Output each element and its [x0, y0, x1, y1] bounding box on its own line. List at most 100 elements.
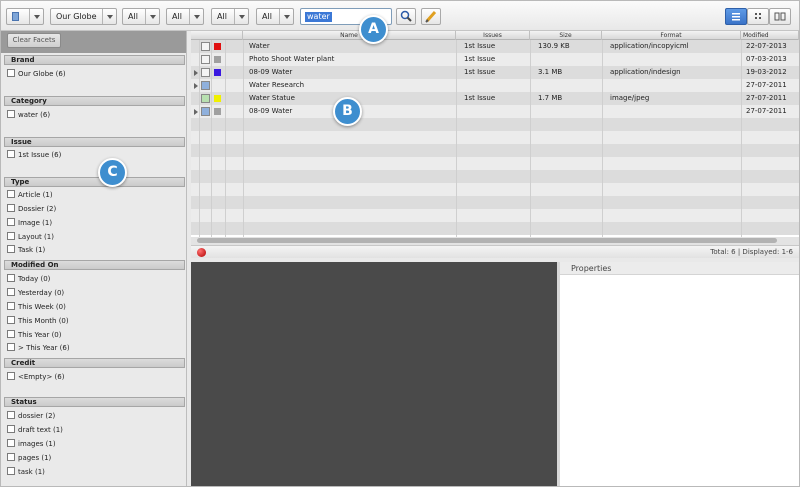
checkbox[interactable] — [7, 316, 15, 324]
checkbox[interactable] — [7, 288, 15, 296]
facet-item[interactable]: <Empty> (6) — [7, 372, 64, 382]
table-row[interactable]: Water Research 27-07-2011 — [191, 79, 799, 92]
search-button[interactable] — [396, 8, 416, 25]
clear-facets-button[interactable]: Clear Facets — [7, 33, 61, 48]
empty-row — [191, 209, 799, 222]
checkbox[interactable] — [7, 453, 15, 461]
filter-dropdown-2[interactable]: All — [166, 8, 204, 25]
facet-item[interactable]: Yesterday (0) — [7, 288, 64, 298]
facet-item[interactable]: dossier (2) — [7, 411, 55, 421]
checkbox[interactable] — [7, 330, 15, 338]
table-row[interactable]: Water 1st Issue 130.9 KB application/inc… — [191, 40, 799, 53]
table-row[interactable]: 08-09 Water 1st Issue 3.1 MB application… — [191, 66, 799, 79]
facet-item[interactable]: Today (0) — [7, 274, 50, 284]
checkbox[interactable] — [7, 218, 15, 226]
checkbox[interactable] — [7, 411, 15, 419]
facet-group-brand[interactable]: Brand — [4, 55, 185, 65]
expand-icon[interactable] — [194, 70, 198, 76]
facet-item-label: <Empty> (6) — [18, 373, 65, 381]
column-header-size[interactable]: Size — [530, 31, 602, 40]
brand-dropdown[interactable]: Our Globe — [50, 8, 117, 25]
callout-a: A — [359, 15, 388, 44]
column-header-modified[interactable]: Modified — [741, 31, 799, 40]
thumbnail-view-button[interactable] — [747, 8, 769, 25]
facet-item[interactable]: This Month (0) — [7, 316, 69, 326]
checkbox[interactable] — [7, 110, 15, 118]
expand-icon[interactable] — [194, 83, 198, 89]
checkbox[interactable] — [7, 439, 15, 447]
chevron-down-icon[interactable] — [234, 9, 248, 24]
cell-name: 08-09 Water — [249, 68, 293, 76]
facet-item[interactable]: draft text (1) — [7, 425, 63, 435]
preview-pane — [191, 262, 557, 486]
facet-group-type[interactable]: Type — [4, 177, 185, 187]
facet-group-status[interactable]: Status — [4, 397, 185, 407]
facet-group-issue[interactable]: Issue — [4, 137, 185, 147]
column-header-issues[interactable]: Issues — [456, 31, 530, 40]
facet-item-label: Our Globe (6) — [18, 70, 66, 78]
checkbox[interactable] — [7, 245, 15, 253]
column-divider — [199, 40, 200, 243]
horizontal-scrollbar[interactable] — [191, 237, 799, 245]
facet-group-modified-on[interactable]: Modified On — [4, 260, 185, 270]
filter-dropdown-4[interactable]: All — [256, 8, 294, 25]
facet-item[interactable]: Image (1) — [7, 218, 52, 228]
split-view-button[interactable] — [769, 8, 791, 25]
table-row[interactable]: Water Statue 1st Issue 1.7 MB image/jpeg… — [191, 92, 799, 105]
facet-item[interactable]: Dossier (2) — [7, 204, 56, 214]
filter-dropdown-3[interactable]: All — [211, 8, 249, 25]
checkbox[interactable] — [7, 425, 15, 433]
facet-item-label: dossier (2) — [18, 412, 56, 420]
filter-dropdown-label: All — [172, 12, 182, 21]
chevron-down-icon[interactable] — [279, 9, 293, 24]
checkbox[interactable] — [7, 467, 15, 475]
checkbox[interactable] — [7, 274, 15, 282]
facet-item[interactable]: This Year (0) — [7, 330, 62, 340]
facet-group-credit[interactable]: Credit — [4, 358, 185, 368]
checkbox[interactable] — [7, 232, 15, 240]
chevron-down-icon[interactable] — [189, 9, 203, 24]
scrollbar-thumb[interactable] — [197, 238, 777, 243]
facet-item[interactable]: Layout (1) — [7, 232, 54, 242]
chevron-down-icon[interactable] — [29, 9, 43, 24]
facet-item[interactable]: task (1) — [7, 467, 45, 477]
checkbox[interactable] — [7, 372, 15, 380]
filter-dropdown-1[interactable]: All — [122, 8, 160, 25]
facet-item[interactable]: Our Globe (6) — [7, 69, 66, 79]
checkbox[interactable] — [7, 302, 15, 310]
checkbox[interactable] — [7, 190, 15, 198]
column-divider — [530, 40, 531, 243]
facet-item[interactable]: Task (1) — [7, 245, 45, 255]
facet-group-category[interactable]: Category — [4, 96, 185, 106]
color-label — [214, 43, 221, 50]
column-header-name[interactable]: Name — [243, 31, 456, 40]
cell-format — [608, 79, 741, 92]
table-row[interactable]: 08-09 Water 27-07-2011 — [191, 105, 799, 118]
expand-icon[interactable] — [194, 109, 198, 115]
callout-b: B — [333, 97, 362, 126]
facet-item-label: Dossier (2) — [18, 205, 57, 213]
list-view-button[interactable] — [725, 8, 747, 25]
column-header-format[interactable]: Format — [602, 31, 741, 40]
column-divider — [225, 40, 226, 243]
checkbox[interactable] — [7, 150, 15, 158]
facet-item[interactable]: Article (1) — [7, 190, 53, 200]
chevron-down-icon[interactable] — [145, 9, 159, 24]
view-menu-button[interactable] — [6, 8, 44, 25]
checkbox[interactable] — [7, 343, 15, 351]
clear-search-button[interactable] — [421, 8, 441, 25]
chevron-down-icon[interactable] — [102, 9, 116, 24]
facet-item[interactable]: water (6) — [7, 110, 50, 120]
checkbox[interactable] — [7, 69, 15, 77]
table-row[interactable]: Photo Shoot Water plant 1st Issue 07-03-… — [191, 53, 799, 66]
record-icon[interactable] — [197, 248, 206, 257]
facet-item[interactable]: This Week (0) — [7, 302, 66, 312]
facet-item[interactable]: images (1) — [7, 439, 56, 449]
facet-item-label: This Month (0) — [18, 317, 69, 325]
facet-item[interactable]: 1st Issue (6) — [7, 150, 61, 160]
cell-name: Water — [249, 42, 270, 50]
facet-item[interactable]: pages (1) — [7, 453, 51, 463]
column-header-icons[interactable] — [191, 31, 243, 40]
facet-item[interactable]: > This Year (6) — [7, 343, 70, 353]
checkbox[interactable] — [7, 204, 15, 212]
